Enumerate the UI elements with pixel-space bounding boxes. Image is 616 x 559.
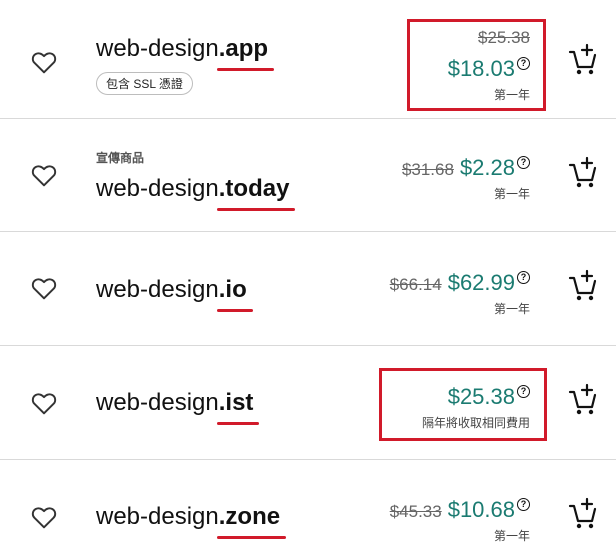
question-circle-icon[interactable]: ? <box>517 498 530 511</box>
price-term: 第一年 <box>493 187 530 201</box>
domain-sld: web-design <box>96 35 219 62</box>
domain-tld: .today <box>216 175 296 211</box>
new-price: $10.68 <box>447 497 515 522</box>
promo-label: 宣傳商品 <box>96 151 145 165</box>
cart-plus-icon[interactable] <box>568 496 598 530</box>
price-block: $66.14 $62.99 ? 第一年 <box>390 270 530 317</box>
domain-sld: web-design <box>96 175 219 202</box>
heart-icon[interactable] <box>31 505 57 529</box>
price-highlight-box <box>379 368 547 441</box>
price-block: $31.68 $2.28 ? 第一年 <box>402 155 530 202</box>
domain-name[interactable]: web-design.ist <box>96 389 260 425</box>
heart-icon[interactable] <box>31 391 57 415</box>
price-highlight-box <box>407 19 546 111</box>
domain-name[interactable]: web-design.app <box>96 35 275 71</box>
question-circle-icon[interactable]: ? <box>517 156 530 169</box>
old-price: $31.68 <box>401 160 454 179</box>
cart-plus-icon[interactable] <box>568 268 598 302</box>
heart-icon[interactable] <box>31 50 57 74</box>
price-term: 第一年 <box>493 529 530 543</box>
domain-name[interactable]: web-design.zone <box>96 503 287 539</box>
heart-icon[interactable] <box>31 163 57 187</box>
cart-plus-icon[interactable] <box>568 155 598 189</box>
old-price: $45.33 <box>389 502 442 521</box>
price-term: 第一年 <box>493 302 530 316</box>
domain-tld: .zone <box>216 503 287 539</box>
old-price: $66.14 <box>389 275 442 294</box>
new-price: $2.28 <box>459 155 515 180</box>
domain-sld: web-design <box>96 276 219 303</box>
ssl-badge: 包含 SSL 憑證 <box>96 72 193 95</box>
question-circle-icon[interactable]: ? <box>517 271 530 284</box>
price-block: $45.33 $10.68 ? 第一年 <box>390 497 530 544</box>
cart-plus-icon[interactable] <box>568 42 598 76</box>
domain-tld: .ist <box>216 389 260 425</box>
heart-icon[interactable] <box>31 276 57 300</box>
domain-sld: web-design <box>96 503 219 530</box>
domain-tld: .io <box>216 276 253 312</box>
domain-result-row: web-design.ist $25.38 ? 隔年將收取相同費用 <box>0 346 616 460</box>
domain-result-row: web-design.app 包含 SSL 憑證 $25.38 $18.03 ?… <box>0 0 616 119</box>
domain-name[interactable]: web-design.today <box>96 175 296 211</box>
domain-tld: .app <box>216 35 275 71</box>
domain-result-row: web-design.io $66.14 $62.99 ? 第一年 <box>0 232 616 346</box>
domain-result-row: web-design.zone $45.33 $10.68 ? 第一年 <box>0 460 616 559</box>
new-price: $62.99 <box>447 270 515 295</box>
domain-name[interactable]: web-design.io <box>96 276 253 312</box>
domain-sld: web-design <box>96 389 219 416</box>
cart-plus-icon[interactable] <box>568 382 598 416</box>
domain-result-row: 宣傳商品 web-design.today $31.68 $2.28 ? 第一年 <box>0 119 616 232</box>
